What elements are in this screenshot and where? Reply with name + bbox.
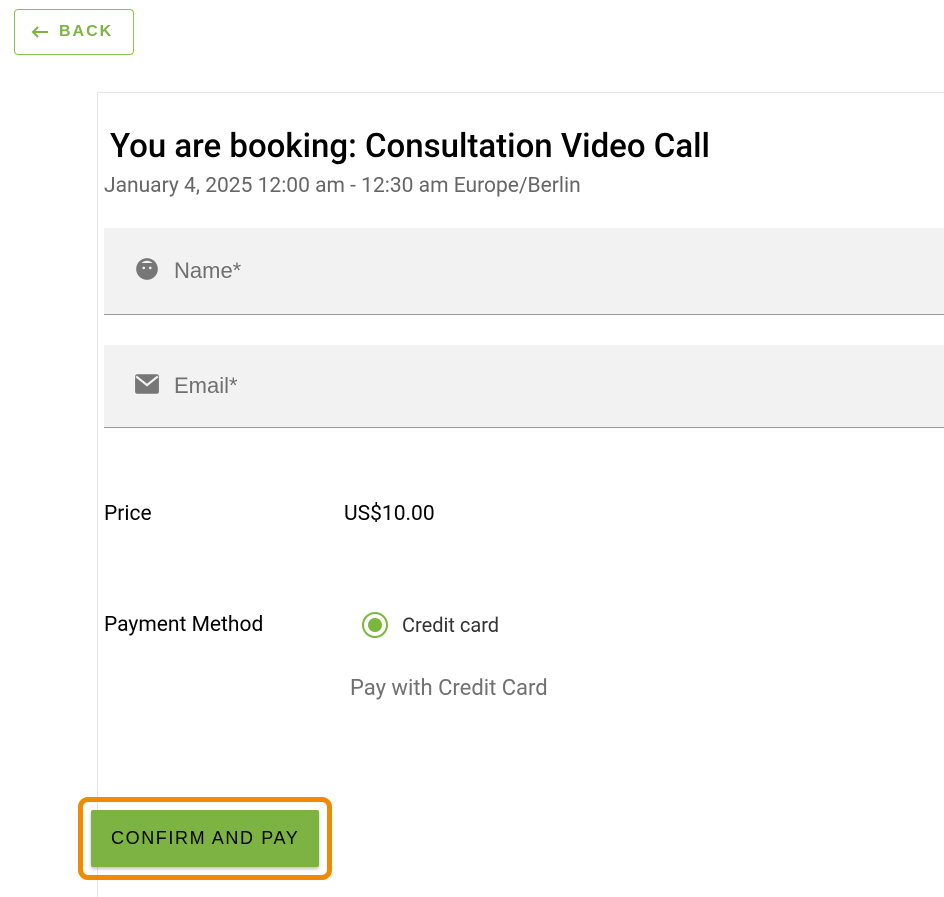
email-icon <box>134 373 160 399</box>
name-input[interactable] <box>174 258 944 284</box>
email-input[interactable] <box>174 373 944 399</box>
price-row: Price US$10.00 <box>104 502 944 526</box>
booking-datetime: January 4, 2025 12:00 am - 12:30 am Euro… <box>104 174 944 198</box>
back-button[interactable]: BACK <box>14 9 134 55</box>
person-icon <box>134 256 160 286</box>
pay-with-text: Pay with Credit Card <box>350 676 944 701</box>
credit-card-radio-label: Credit card <box>402 613 499 637</box>
credit-card-radio[interactable]: Credit card <box>362 612 499 638</box>
service-name: Consultation Video Call <box>365 127 710 166</box>
page-title: You are booking: Consultation Video Call <box>110 127 944 166</box>
title-prefix: You are booking: <box>110 127 365 166</box>
back-button-label: BACK <box>59 23 113 41</box>
booking-card: You are booking: Consultation Video Call… <box>97 92 944 897</box>
name-field-wrap[interactable] <box>104 228 944 315</box>
confirm-and-pay-button[interactable]: CONFIRM AND PAY <box>91 810 319 867</box>
email-field-wrap[interactable] <box>104 345 944 428</box>
price-label: Price <box>104 502 344 526</box>
payment-method-row: Payment Method Credit card <box>104 612 944 638</box>
price-value: US$10.00 <box>344 502 435 526</box>
confirm-highlight-box: CONFIRM AND PAY <box>78 797 332 880</box>
payment-method-label: Payment Method <box>104 613 362 637</box>
arrow-left-icon <box>31 25 49 39</box>
radio-checked-icon <box>362 612 388 638</box>
